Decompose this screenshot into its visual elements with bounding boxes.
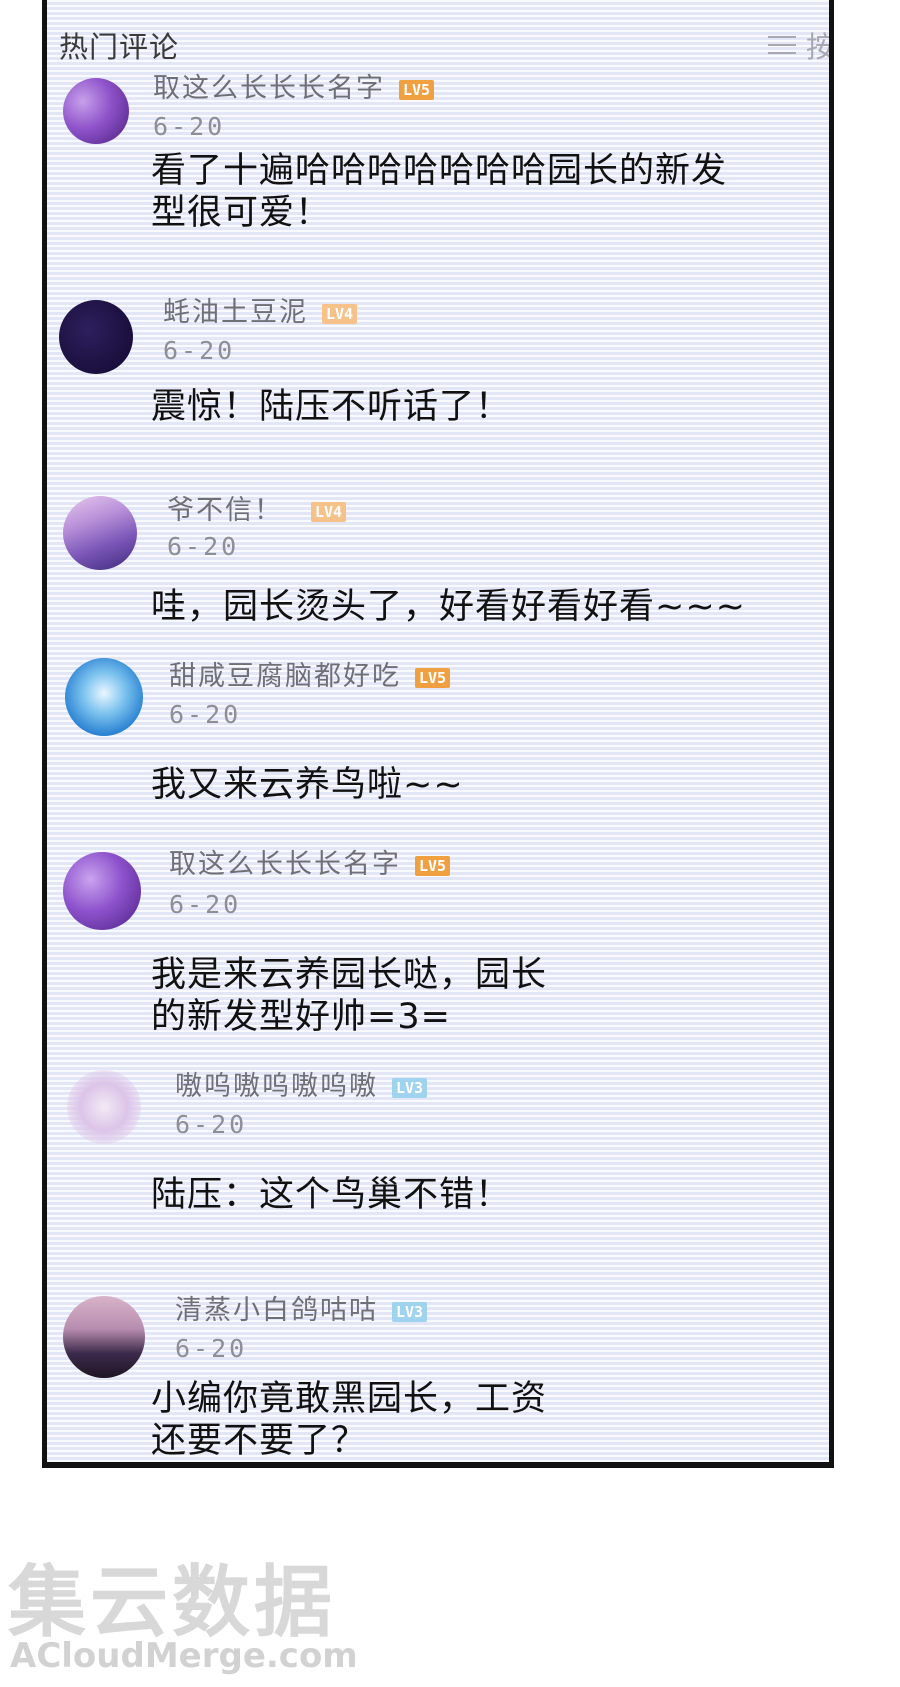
comment-text: 我又来云养鸟啦~~ xyxy=(151,765,464,805)
username[interactable]: 爷不信！ LV4 xyxy=(167,488,347,527)
watermark-en: ACloudMerge.com xyxy=(10,1636,358,1676)
comment-date: 6-20 xyxy=(163,336,236,365)
avatar[interactable] xyxy=(65,658,143,736)
level-badge: LV5 xyxy=(399,79,435,100)
avatar[interactable] xyxy=(67,1070,141,1144)
sort-button[interactable]: 按 xyxy=(767,24,834,66)
avatar[interactable] xyxy=(63,1296,145,1378)
avatar[interactable] xyxy=(63,852,141,930)
username[interactable]: 取这么长长长名字 LV5 xyxy=(169,842,451,881)
username[interactable]: 蚝油土豆泥 LV4 xyxy=(163,290,358,329)
level-badge: LV4 xyxy=(322,303,358,324)
comment-text: 我是来云养园长哒，园长的新发型好帅=3= xyxy=(151,955,548,1037)
avatar[interactable] xyxy=(63,78,129,144)
level-badge: LV4 xyxy=(311,501,347,522)
level-badge: LV3 xyxy=(392,1077,428,1098)
level-badge: LV5 xyxy=(415,855,451,876)
comment-text: 小编你竟敢黑园长，工资还要不要了？ xyxy=(151,1379,548,1461)
comment-text: 陆压：这个鸟巢不错！ xyxy=(151,1175,512,1215)
avatar[interactable] xyxy=(63,496,137,570)
level-badge: LV5 xyxy=(415,667,451,688)
comment-date: 6-20 xyxy=(175,1110,248,1139)
menu-icon xyxy=(767,34,796,56)
comment-date: 6-20 xyxy=(153,112,226,141)
username[interactable]: 嗷呜嗷呜嗷呜嗷 LV3 xyxy=(175,1064,428,1103)
username[interactable]: 清蒸小白鸽咕咕 LV3 xyxy=(175,1288,428,1327)
level-badge: LV3 xyxy=(392,1301,428,1322)
watermark: 集云数据 ACloudMerge.com xyxy=(8,1540,368,1680)
username[interactable]: 甜咸豆腐脑都好吃 LV5 xyxy=(169,654,451,693)
comment-text: 震惊！陆压不听话了！ xyxy=(151,387,512,427)
section-title: 热门评论 xyxy=(59,30,180,64)
comment-date: 6-20 xyxy=(167,532,240,561)
comment-date: 6-20 xyxy=(169,890,242,919)
sort-label: 按 xyxy=(805,30,834,64)
comment-text: 看了十遍哈哈哈哈哈哈哈园长的新发型很可爱！ xyxy=(151,151,728,233)
username[interactable]: 取这么长长长名字 LV5 xyxy=(153,66,435,105)
comment-text: 哇，园长烫头了，好看好看好看~~~ xyxy=(151,587,746,627)
avatar[interactable] xyxy=(59,300,133,374)
comment-date: 6-20 xyxy=(169,700,242,729)
comment-panel: 热门评论 按 取这么长长长名字 LV5 6-20 看了十遍哈哈哈哈哈哈哈园长的新发… xyxy=(42,0,834,1468)
comment-date: 6-20 xyxy=(175,1334,248,1363)
